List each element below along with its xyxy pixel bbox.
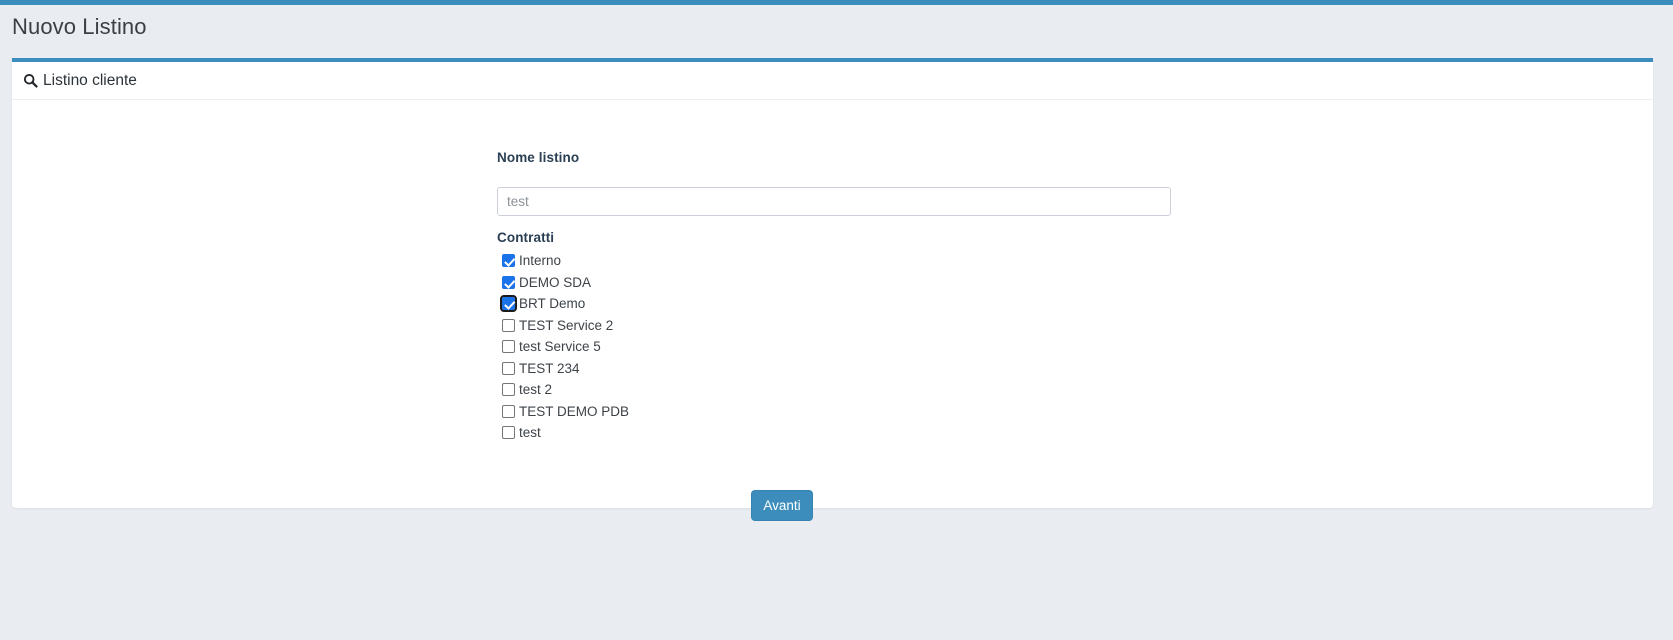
contratti-checkbox[interactable] [502,383,515,396]
listino-cliente-panel: Listino cliente Nome listino Contratti I… [12,58,1653,508]
contratti-checkbox-row[interactable]: DEMO SDA [497,272,997,294]
nome-listino-label: Nome listino [497,150,1187,165]
contratti-checkbox[interactable] [502,405,515,418]
contratti-checkbox[interactable] [502,276,515,289]
contratti-checkbox-label[interactable]: test Service 5 [519,336,601,358]
contratti-checkbox-list: InternoDEMO SDABRT DemoTEST Service 2tes… [497,250,997,444]
contratti-checkbox-label[interactable]: TEST DEMO PDB [519,401,629,423]
contratti-checkbox-row[interactable]: TEST DEMO PDB [497,401,997,423]
contratti-checkbox-row[interactable]: test [497,422,997,444]
contratti-checkbox[interactable] [502,340,515,353]
contratti-checkbox-row[interactable]: test Service 5 [497,336,997,358]
page-title: Nuovo Listino [12,14,147,40]
contratti-checkbox-label[interactable]: Interno [519,250,561,272]
search-icon [23,73,38,88]
contratti-checkbox-label[interactable]: DEMO SDA [519,272,591,294]
contratti-checkbox-label[interactable]: BRT Demo [519,293,585,315]
contratti-checkbox-row[interactable]: BRT Demo [497,293,997,315]
panel-title: Listino cliente [43,72,137,90]
top-accent-bar [0,0,1673,5]
contratti-checkbox-row[interactable]: Interno [497,250,997,272]
panel-body: Nome listino Contratti InternoDEMO SDABR… [12,100,1653,506]
contratti-checkbox-label[interactable]: test 2 [519,379,552,401]
avanti-button[interactable]: Avanti [751,490,813,521]
contratti-checkbox[interactable] [502,254,515,267]
contratti-checkbox[interactable] [502,362,515,375]
contratti-checkbox-row[interactable]: TEST 234 [497,358,997,380]
contratti-checkbox-label[interactable]: TEST Service 2 [519,315,613,337]
contratti-checkbox-row[interactable]: TEST Service 2 [497,315,997,337]
panel-header: Listino cliente [12,62,1653,100]
contratti-label: Contratti [497,230,1187,245]
contratti-checkbox-row[interactable]: test 2 [497,379,997,401]
contratti-checkbox-label[interactable]: TEST 234 [519,358,580,380]
contratti-checkbox[interactable] [502,319,515,332]
nome-listino-input[interactable] [497,187,1171,216]
contratti-checkbox[interactable] [502,297,515,310]
contratti-checkbox[interactable] [502,426,515,439]
contratti-checkbox-label[interactable]: test [519,422,541,444]
